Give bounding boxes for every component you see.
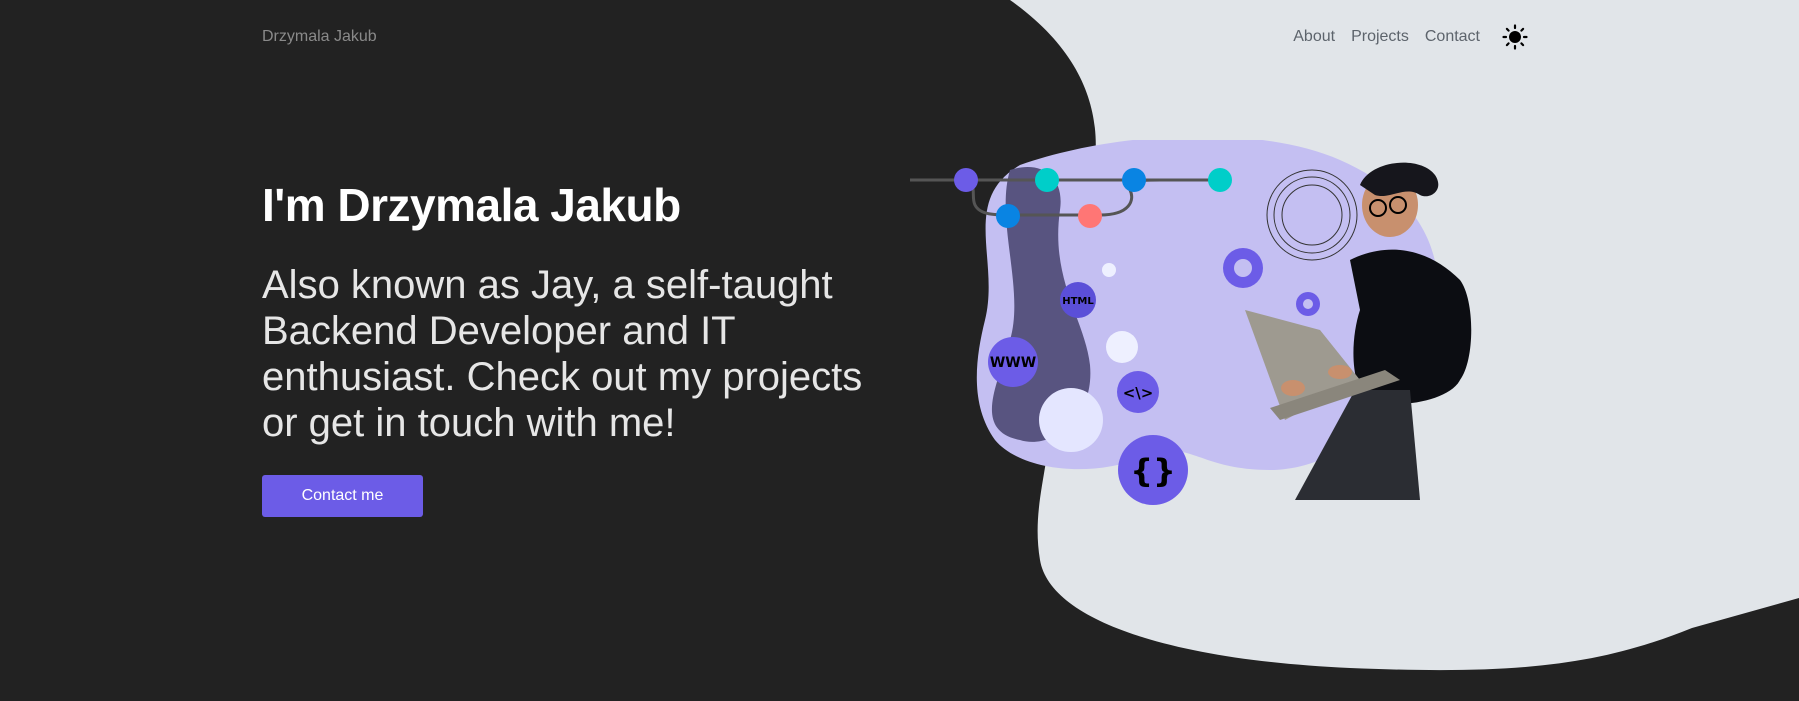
html-badge-icon: HTML [1060,282,1096,318]
sun-icon[interactable] [1502,24,1528,50]
badge-braces-label: {} [1130,452,1176,490]
badge-www-label: WWW [990,355,1036,371]
nav-link-projects[interactable]: Projects [1351,28,1409,46]
hero-subtitle: Also known as Jay, a self-taught Backend… [262,263,863,445]
nav-link-contact[interactable]: Contact [1425,28,1480,46]
bubble-decoration [1102,263,1116,277]
bubble-decoration [1106,331,1138,363]
hero-illustration: HTML WWW <\> {} [910,140,1472,505]
badge-code-label: <\> [1123,384,1154,402]
bubble-decoration [1039,388,1103,452]
badge-html-label: HTML [1062,296,1094,307]
www-badge-icon: WWW [988,337,1038,387]
hero-title: I'm Drzymala Jakub [262,179,681,231]
braces-badge-icon: {} [1118,435,1188,505]
navbar: Drzymala Jakub About Projects Contact [262,24,1528,50]
nav-links: About Projects Contact [1277,24,1528,50]
brand-link[interactable]: Drzymala Jakub [262,28,377,46]
code-badge-icon: <\> [1117,371,1159,413]
contact-me-button[interactable]: Contact me [262,475,423,517]
nav-link-about[interactable]: About [1293,28,1335,46]
